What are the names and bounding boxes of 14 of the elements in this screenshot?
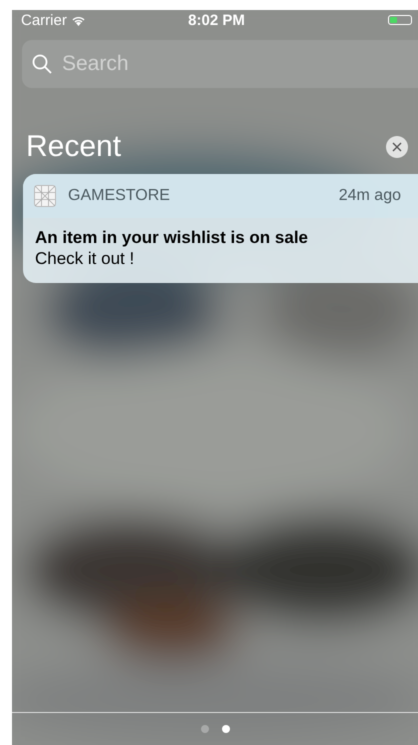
wifi-icon (70, 14, 86, 26)
close-icon (392, 142, 402, 152)
app-name: GAMESTORE (68, 187, 171, 205)
notification-card[interactable]: GAMESTORE 24m ago An item in your wishlist is on sale Check it out ! (23, 174, 418, 283)
battery-icon (388, 15, 412, 25)
notification-title: An item in your wishlist is on sale (35, 228, 310, 248)
search-icon (32, 54, 52, 74)
notification-time: 24m ago (338, 187, 401, 205)
page-dot[interactable] (200, 725, 208, 733)
clock-time: 8:02 PM (188, 12, 245, 28)
carrier-name: Carrier (21, 12, 67, 28)
section-title: Recent (26, 130, 122, 164)
notification-body: Check it out ! (35, 249, 136, 269)
grid-icon (34, 185, 56, 207)
